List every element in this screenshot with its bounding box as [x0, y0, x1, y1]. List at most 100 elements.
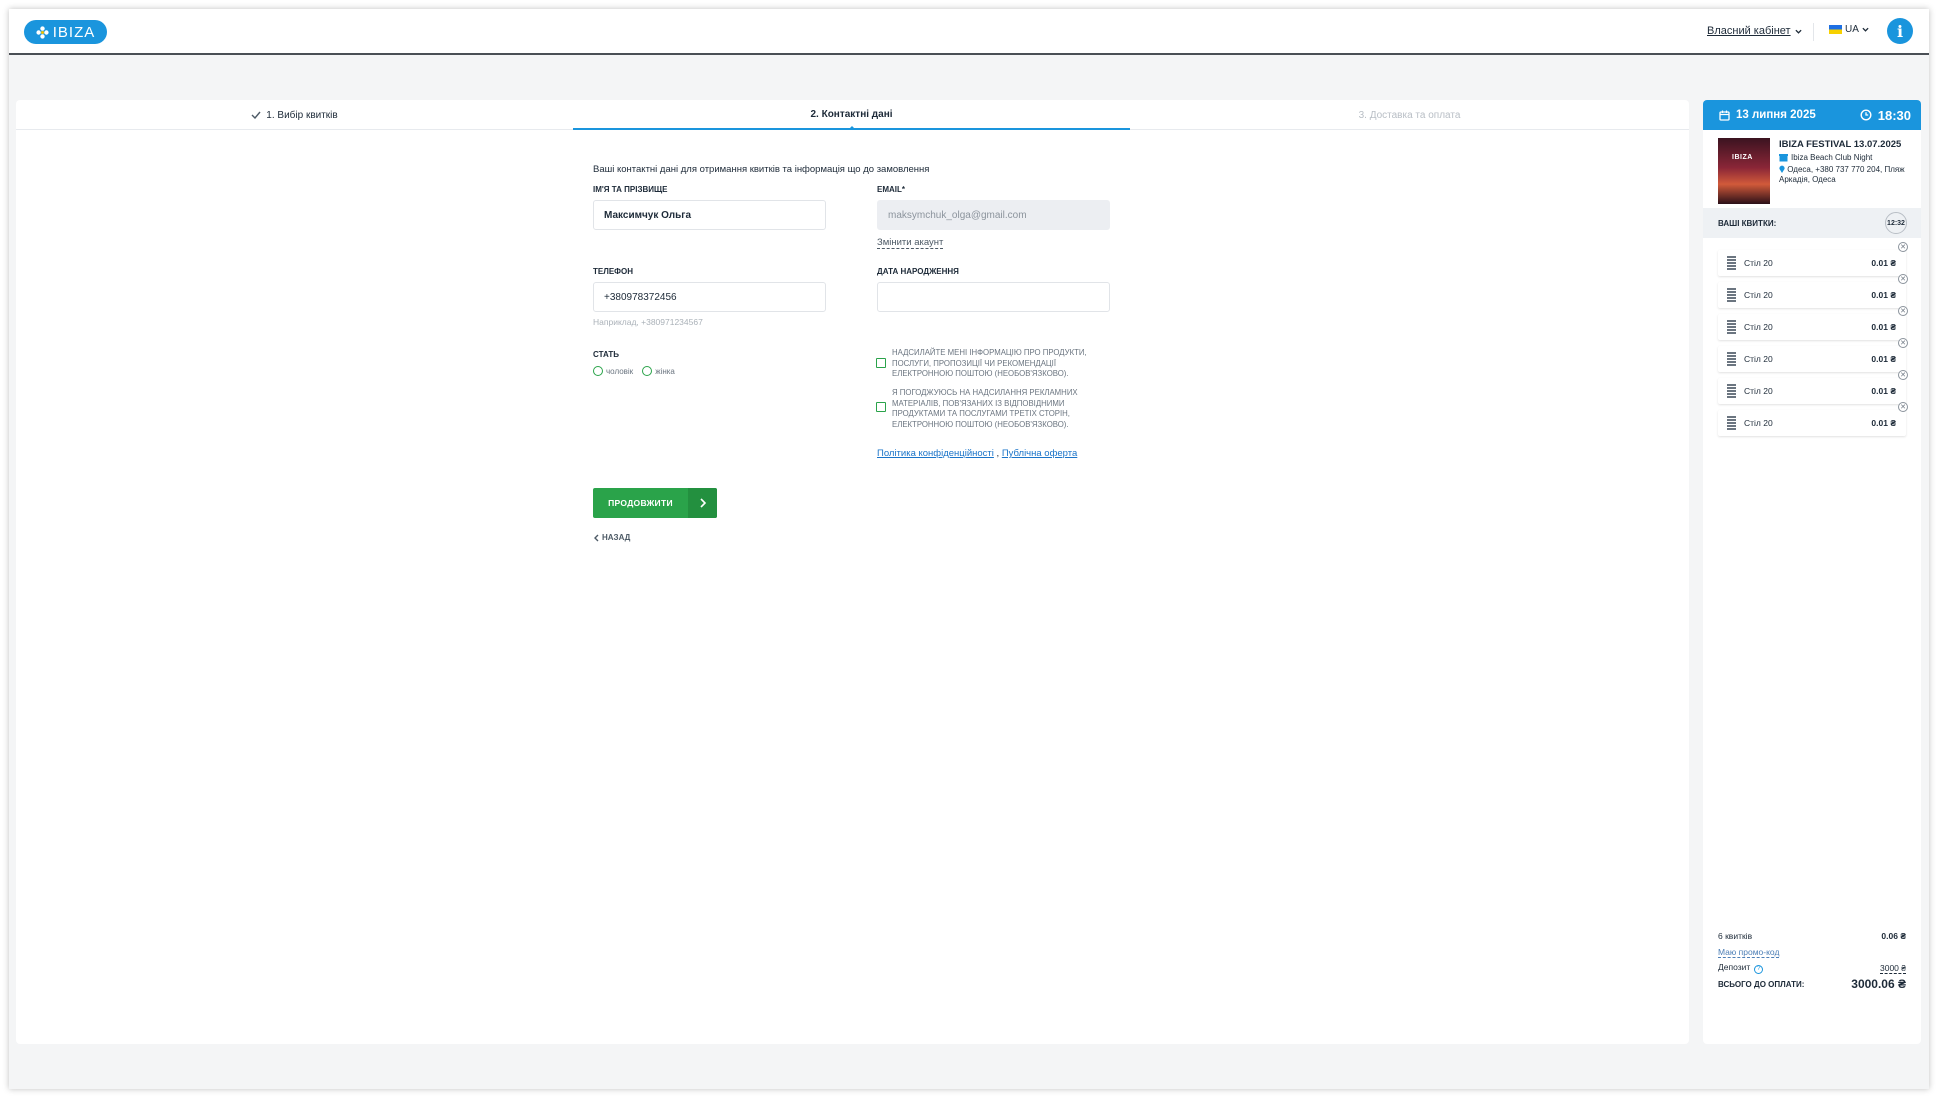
- checkmark-icon: [251, 111, 261, 119]
- header-divider: [1813, 23, 1814, 41]
- chevron-down-icon: [1862, 27, 1869, 32]
- total-value: 3000.06 ₴: [1851, 977, 1906, 991]
- event-address-text: Одеса, +380 737 770 204, Пляж Аркадія, О…: [1779, 165, 1905, 184]
- ticket-price: 0.01 ₴: [1871, 386, 1896, 396]
- ticket-price: 0.01 ₴: [1871, 322, 1896, 332]
- chevron-down-icon: [1794, 29, 1802, 34]
- event-address: Одеса, +380 737 770 204, Пляж Аркадія, О…: [1779, 165, 1914, 185]
- gender-female-radio[interactable]: жінка: [642, 366, 675, 376]
- chevron-left-icon: [594, 534, 599, 541]
- promo-row: Маю промо-код: [1718, 944, 1906, 960]
- remove-ticket-icon[interactable]: ✕: [1898, 338, 1908, 348]
- remove-ticket-icon[interactable]: ✕: [1898, 402, 1908, 412]
- ticket-name: Стіл 20: [1744, 418, 1773, 428]
- account-menu[interactable]: Власний кабінет: [1707, 25, 1802, 37]
- radio-circle: [642, 366, 653, 376]
- ticket-name: Стіл 20: [1744, 290, 1773, 300]
- public-offer-link[interactable]: Публічна оферта: [1002, 448, 1077, 459]
- ticket-icon: [1727, 352, 1736, 366]
- change-account-link[interactable]: Змінити акаунт: [877, 237, 944, 249]
- deposit-label: Депозит: [1718, 962, 1751, 973]
- location-pin-icon: [1779, 165, 1785, 173]
- continue-button-label: Продовжити: [608, 498, 673, 508]
- ticket-count-value: 0.06 ₴: [1881, 931, 1906, 941]
- name-field[interactable]: Максимчук Ольга: [593, 200, 826, 230]
- step-label: 1. Вибір квитків: [266, 109, 338, 121]
- ticket-list: Стіл 20 0.01 ₴ ✕ Стіл 20 0.01 ₴ ✕ Стіл 2…: [1703, 238, 1921, 436]
- phone-label: Телефон: [593, 267, 633, 276]
- privacy-policy-link[interactable]: Політика конфіденційності: [877, 448, 994, 459]
- continue-button[interactable]: Продовжити: [593, 488, 717, 518]
- ticket-item: Стіл 20 0.01 ₴ ✕: [1718, 370, 1908, 404]
- gender-female-label: жінка: [655, 366, 675, 376]
- ticket-item: Стіл 20 0.01 ₴ ✕: [1718, 402, 1908, 436]
- chevron-right-icon: [688, 488, 717, 518]
- email-field: maksymchuk_olga@gmail.com: [877, 200, 1110, 230]
- order-summary: 6 квитків 0.06 ₴ Маю промо-код Депозит? …: [1718, 928, 1906, 992]
- deposit-label-wrap: Депозит?: [1718, 962, 1764, 974]
- info-icon[interactable]: i: [1887, 18, 1913, 44]
- consent-marketing-text: Надсилайте мені інформацію про продукти,…: [892, 348, 1087, 378]
- logo-text: IBIZA: [52, 23, 96, 41]
- ticket-item: Стіл 20 0.01 ₴ ✕: [1718, 274, 1908, 308]
- top-header: IBIZA Власний кабінет UA i: [9, 9, 1929, 55]
- phone-field[interactable]: +380978372456: [593, 282, 826, 312]
- clock-icon: [1860, 109, 1872, 121]
- calendar-icon: [1719, 110, 1730, 121]
- gender-male-label: чоловік: [606, 366, 634, 376]
- flower-icon: [36, 25, 49, 39]
- consent-marketing: Надсилайте мені інформацію про продукти,…: [876, 348, 1116, 380]
- event-title: IBIZA FESTIVAL 13.07.2025: [1779, 139, 1902, 150]
- gender-label: Стать: [593, 350, 619, 359]
- venue-icon: [1779, 153, 1788, 161]
- checkout-panel: 1. Вибір квитків 2. Контактні дані 3. До…: [16, 100, 1689, 1044]
- consent-third-party-text: Я погоджуюсь на надсилання рекламних мат…: [892, 388, 1078, 429]
- event-time: 18:30: [1860, 108, 1911, 123]
- ticket-name: Стіл 20: [1744, 258, 1773, 268]
- ticket-item: Стіл 20 0.01 ₴ ✕: [1718, 242, 1908, 276]
- remove-ticket-icon[interactable]: ✕: [1898, 306, 1908, 316]
- back-label: Назад: [602, 533, 631, 542]
- reservation-timer: 12:32: [1885, 212, 1907, 234]
- remove-ticket-icon[interactable]: ✕: [1898, 370, 1908, 380]
- consent-marketing-checkbox[interactable]: [876, 358, 886, 368]
- step-delivery-payment: 3. Доставка та оплата: [1130, 100, 1689, 130]
- ticket-count-label: 6 квитків: [1718, 931, 1753, 941]
- ticket-icon: [1727, 288, 1736, 302]
- deposit-row: Депозит? 3000 ₴: [1718, 960, 1906, 976]
- active-step-caret: [847, 126, 856, 130]
- ticket-price: 0.01 ₴: [1871, 258, 1896, 268]
- ticket-price: 0.01 ₴: [1871, 290, 1896, 300]
- email-label: EMAIL*: [877, 185, 905, 194]
- ticket-icon: [1727, 320, 1736, 334]
- gender-radio-group: чоловік жінка: [593, 366, 675, 376]
- back-link[interactable]: Назад: [593, 533, 630, 542]
- ticket-icon: [1727, 256, 1736, 270]
- consent-third-party-checkbox[interactable]: [876, 402, 886, 412]
- account-menu-label: Власний кабінет: [1707, 25, 1791, 37]
- ukraine-flag-icon: [1829, 25, 1842, 34]
- app-window: IBIZA Власний кабінет UA i 1. Вибір квит…: [9, 9, 1929, 1089]
- ticket-price: 0.01 ₴: [1871, 354, 1896, 364]
- question-icon[interactable]: ?: [1754, 964, 1764, 974]
- ticket-name: Стіл 20: [1744, 322, 1773, 332]
- ticket-item: Стіл 20 0.01 ₴ ✕: [1718, 338, 1908, 372]
- total-row: Всього до оплати: 3000.06 ₴: [1718, 976, 1906, 992]
- order-sidebar: 13 липня 2025 18:30 IBIZA IBIZA FESTIVAL…: [1703, 100, 1921, 1044]
- ticket-count-row: 6 квитків 0.06 ₴: [1718, 928, 1906, 944]
- ticket-name: Стіл 20: [1744, 354, 1773, 364]
- birth-date-field[interactable]: [877, 282, 1110, 312]
- ticket-price: 0.01 ₴: [1871, 418, 1896, 428]
- language-select[interactable]: UA: [1829, 24, 1869, 35]
- event-date-text: 13 липня 2025: [1736, 109, 1816, 121]
- birth-date-label: Дата народження: [877, 267, 959, 276]
- deposit-value: 3000 ₴: [1880, 962, 1906, 974]
- ibiza-logo[interactable]: IBIZA: [24, 20, 107, 44]
- step-ticket-selection[interactable]: 1. Вибір квитків: [16, 100, 573, 130]
- promo-code-link[interactable]: Маю промо-код: [1718, 947, 1780, 958]
- event-poster: IBIZA: [1718, 138, 1770, 204]
- remove-ticket-icon[interactable]: ✕: [1898, 242, 1908, 252]
- tickets-header: Ваші квитки: 12:32: [1703, 208, 1921, 238]
- gender-male-radio[interactable]: чоловік: [593, 366, 633, 376]
- remove-ticket-icon[interactable]: ✕: [1898, 274, 1908, 284]
